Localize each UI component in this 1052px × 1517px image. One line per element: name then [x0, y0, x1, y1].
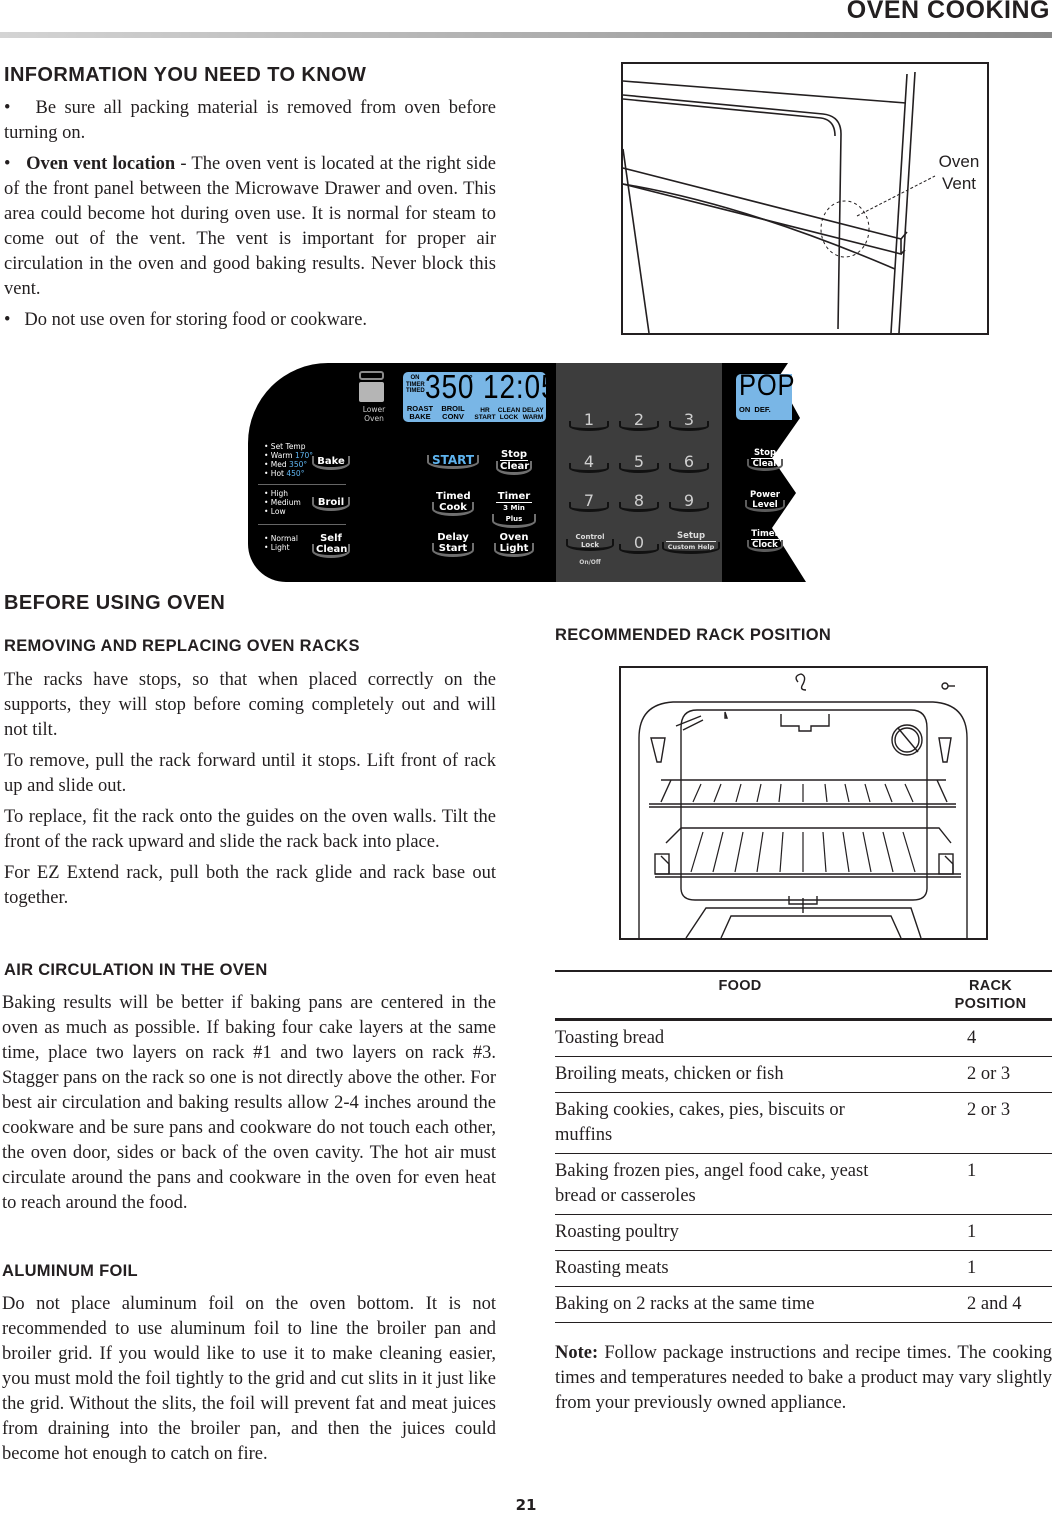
table-row: Toasting bread 4 — [555, 1019, 1052, 1057]
control-lock-button[interactable]: Control Lock — [566, 533, 614, 551]
table-row: Baking frozen pies, angel food cake, yea… — [555, 1153, 1052, 1215]
timed-cook-button[interactable]: Timed Cook — [432, 491, 474, 516]
key-6[interactable]: 6 — [669, 452, 709, 473]
key-8[interactable]: 8 — [619, 491, 659, 512]
key-9[interactable]: 9 — [669, 491, 709, 512]
food-column-header: FOOD — [555, 970, 945, 1021]
racks-text: The racks have stops, so that when place… — [4, 670, 496, 908]
lower-rack-wires — [690, 831, 916, 873]
delay-start-button[interactable]: Delay Start — [432, 532, 474, 557]
header-rule — [0, 32, 1052, 38]
timer-clock-button[interactable]: Timer Clock — [747, 529, 783, 552]
timer-button[interactable]: Timer 3 Min Plus — [492, 491, 536, 528]
upper-rack-wires — [692, 783, 914, 803]
table-row: Broiling meats, chicken or fish 2 or 3 — [555, 1056, 1052, 1093]
page-number: 21 — [515, 1496, 537, 1514]
page-header-title: OVEN COOKING — [846, 0, 1050, 24]
key-5[interactable]: 5 — [619, 452, 659, 473]
oven-door-illustration — [622, 71, 936, 334]
vent-leader-line — [856, 175, 936, 217]
self-clean-button[interactable]: Self Clean — [312, 533, 350, 558]
lower-oven-label: Lower Oven — [362, 405, 386, 423]
table-row: Baking on 2 racks at the same time 2 and … — [555, 1286, 1052, 1323]
racks-heading: REMOVING AND REPLACING OVEN RACKS — [4, 637, 360, 655]
lower-oven-icon — [359, 371, 384, 403]
table-row: Roasting meats 1 — [555, 1250, 1052, 1287]
lcd-clock: 12:05 — [483, 368, 558, 405]
oven-vent-label: Oven Vent — [938, 152, 980, 193]
lcd-indicators-left: ON TIMER TIMED — [406, 375, 425, 394]
info-heading: INFORMATION YOU NEED TO KNOW — [4, 64, 367, 86]
microwave-stop-clear-button[interactable]: Stop Clear — [747, 448, 783, 471]
info-bullet-1: • Be sure all packing material is remove… — [4, 98, 496, 143]
setup-button[interactable]: Setup Custom Help — [662, 531, 720, 554]
table-header-row: FOOD RACK POSITION — [555, 970, 1052, 1021]
bake-options: • Set Temp • Warm 170° • Med 350° • Hot … — [264, 442, 314, 478]
power-level-button[interactable]: Power Level — [745, 490, 785, 512]
aluminum-foil-heading: ALUMINUM FOIL — [2, 1262, 138, 1280]
oven-cavity-illustration — [638, 673, 968, 939]
lcd-temperature: 350 — [425, 368, 475, 405]
key-3[interactable]: 3 — [669, 410, 709, 431]
info-bullet-3: • Do not use oven for storing food or co… — [4, 310, 368, 330]
note-label: Note: — [555, 1343, 599, 1363]
table-row: Baking cookies, cakes, pies, biscuits or… — [555, 1092, 1052, 1154]
key-4[interactable]: 4 — [569, 452, 609, 473]
control-panel-illustration: Lower Oven ON TIMER TIMED 350 ° 12:05 RO… — [248, 363, 808, 582]
rack-note: Note: Follow package instructions and re… — [555, 1343, 1052, 1413]
broil-button[interactable]: Broil — [312, 497, 350, 511]
on-off-label: On/Off — [579, 559, 601, 566]
key-7[interactable]: 7 — [569, 491, 609, 512]
key-1[interactable]: 1 — [569, 410, 609, 431]
before-using-heading: BEFORE USING OVEN — [4, 592, 226, 614]
key-0[interactable]: 0 — [619, 533, 659, 554]
info-bullets: • Be sure all packing material is remove… — [4, 96, 496, 339]
vent-location-label: Oven vent location — [26, 154, 176, 174]
air-circulation-text: Baking results will be better if baking … — [2, 993, 496, 1213]
rack-position-table: FOOD RACK POSITION Toasting bread 4 Broil… — [555, 970, 1052, 1323]
clean-options: • Normal • Light — [264, 534, 298, 552]
air-circulation-heading: AIR CIRCULATION IN THE OVEN — [4, 961, 268, 979]
rack-position-heading: RECOMMENDED RACK POSITION — [555, 626, 832, 644]
bake-button[interactable]: Bake — [312, 456, 350, 470]
oven-racks-figure — [619, 666, 988, 940]
rack-position-column-header: RACK POSITION — [945, 970, 1052, 1021]
aluminum-foil-text: Do not place aluminum foil on the oven b… — [2, 1294, 496, 1464]
table-row: Roasting poultry 1 — [555, 1214, 1052, 1251]
start-button[interactable]: START — [427, 454, 479, 469]
oven-vent-figure: Oven Vent — [621, 62, 989, 335]
oven-light-button[interactable]: Oven Light — [494, 532, 534, 557]
key-2[interactable]: 2 — [619, 410, 659, 431]
broil-options: • High • Medium • Low — [264, 489, 301, 516]
info-bullet-2: • Oven vent location - The oven vent is … — [4, 154, 497, 299]
microwave-lcd-display: POP ON DEF. — [736, 369, 795, 420]
stop-clear-button[interactable]: Stop Clear — [496, 449, 532, 475]
oven-lcd-display: ON TIMER TIMED 350 ° 12:05 ROAST BAKE BRO… — [403, 368, 557, 422]
